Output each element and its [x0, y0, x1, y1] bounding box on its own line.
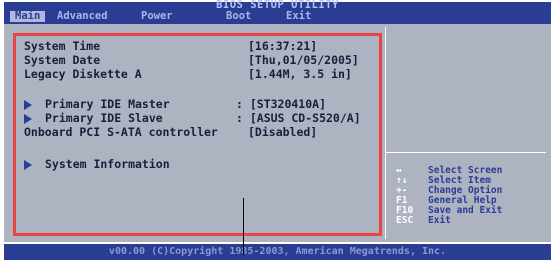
primary-ide-slave-value: : [ASUS CD-S520/A]: [236, 111, 361, 125]
legacy-diskette-label[interactable]: Legacy Diskette A: [24, 68, 142, 81]
legacy-diskette-value[interactable]: [1.44M, 3.5 in]: [248, 68, 352, 81]
primary-ide-master-value: : [ST320410A]: [236, 97, 327, 111]
help-desc: Exit: [428, 215, 451, 226]
submenu-arrow-icon: [24, 160, 32, 170]
tab-main[interactable]: Main: [10, 11, 46, 22]
system-information-label[interactable]: System Information: [45, 158, 170, 171]
callout-line: [243, 198, 244, 255]
tab-boot[interactable]: Boot: [226, 11, 251, 22]
primary-ide-slave-label[interactable]: Primary IDE Slave: [45, 112, 163, 125]
pci-sata-label[interactable]: Onboard PCI S-ATA controller: [24, 126, 218, 139]
tab-exit[interactable]: Exit: [286, 11, 311, 22]
system-date-value[interactable]: [Thu,01/05/2005]: [248, 54, 359, 67]
copyright-text: v00.00 (C)Copyright 1985-2003, American …: [108, 246, 447, 257]
submenu-arrow-icon: [24, 114, 32, 124]
system-date-label[interactable]: System Date: [24, 54, 100, 67]
submenu-arrow-icon: [24, 100, 32, 110]
help-divider: [386, 152, 546, 153]
tab-power[interactable]: Power: [141, 11, 173, 22]
system-time-value[interactable]: [16:37:21]: [248, 40, 317, 53]
panel-divider: [385, 27, 386, 239]
tab-advanced[interactable]: Advanced: [57, 11, 108, 22]
help-key: ESC: [396, 215, 414, 226]
primary-ide-master-label[interactable]: Primary IDE Master: [45, 98, 170, 111]
system-time-label[interactable]: System Time: [24, 40, 100, 53]
pci-sata-value[interactable]: [Disabled]: [248, 126, 317, 139]
